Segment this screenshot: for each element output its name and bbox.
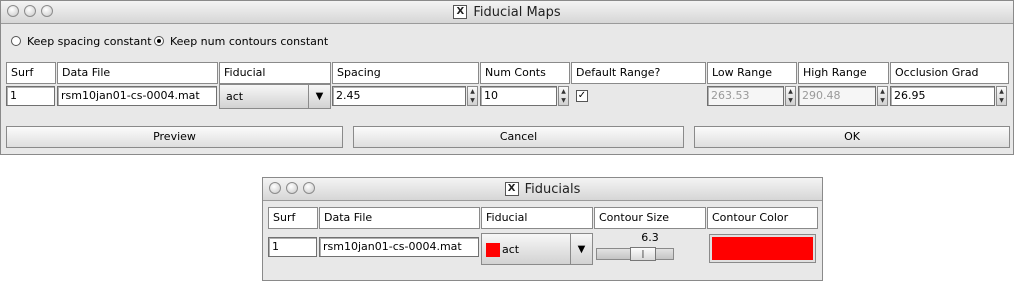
x11-icon: X [504,182,519,196]
fiducial-select[interactable]: act ▼ [481,233,593,265]
ok-button[interactable]: OK [694,126,1010,148]
chevron-down-icon[interactable]: ▼ [308,85,330,108]
cancel-button[interactable]: Cancel [353,126,684,148]
radio-icon[interactable] [11,36,21,46]
contour-color-button[interactable] [709,234,816,263]
fiducials-window: X Fiducials Surf Data File Fiducial Cont… [262,177,823,281]
fiducial-select-value: act [226,90,244,103]
header-fiducial: Fiducial [481,207,593,229]
fiducial-maps-window: X Fiducial Maps Keep spacing constant Ke… [0,0,1014,155]
header-surf: Surf [6,62,56,84]
window-title-text: Fiducial Maps [473,4,561,20]
contour-color-swatch [712,237,813,260]
surf-field[interactable]: 1 [268,237,317,257]
titlebar: X Fiducial Maps [1,1,1013,24]
header-low-range: Low Range [707,62,797,84]
header-occlusion-grad: Occlusion Grad [890,62,1009,84]
fiducial-select[interactable]: act ▼ [219,84,331,109]
low-range-stepper[interactable]: ▲ ▼ [785,86,796,106]
preview-button[interactable]: Preview [6,126,343,148]
spacing-stepper[interactable]: ▲ ▼ [467,86,478,106]
fiducial-select-value: act [502,243,520,256]
keep-num-contours-option[interactable]: Keep num contours constant [154,35,328,49]
low-range-field[interactable]: 263.53 [707,86,784,106]
num-conts-field[interactable]: 10 [480,86,557,106]
spacing-field[interactable]: 2.45 [332,86,466,106]
header-spacing: Spacing [332,62,479,84]
header-contour-color: Contour Color [707,207,818,229]
header-contour-size: Contour Size [594,207,706,229]
keep-spacing-label: Keep spacing constant [27,35,152,48]
fiducial-color-swatch [486,243,500,257]
contour-size-slider[interactable]: | [596,247,674,261]
window-title-text: Fiducials [524,181,581,197]
header-default-range: Default Range? [571,62,706,84]
header-surf: Surf [268,207,318,229]
occlusion-grad-stepper[interactable]: ▲ ▼ [996,86,1007,106]
header-high-range: High Range [798,62,889,84]
keep-num-contours-label: Keep num contours constant [170,35,329,48]
data-file-field[interactable]: rsm10jan01-cs-0004.mat [57,86,217,106]
high-range-field[interactable]: 290.48 [798,86,876,106]
high-range-stepper[interactable]: ▲ ▼ [877,86,888,106]
header-data-file: Data File [319,207,480,229]
header-data-file: Data File [57,62,218,84]
surf-field[interactable]: 1 [6,86,55,106]
default-range-checkbox[interactable]: ✓ [576,90,588,102]
occlusion-grad-field[interactable]: 26.95 [890,86,995,106]
contour-size-value: 6.3 [641,231,659,244]
x11-icon: X [453,5,468,19]
radio-selected-icon[interactable] [154,36,164,46]
data-file-field[interactable]: rsm10jan01-cs-0004.mat [319,237,479,257]
keep-spacing-option[interactable]: Keep spacing constant [11,35,152,49]
num-conts-stepper[interactable]: ▲ ▼ [558,86,569,106]
titlebar: X Fiducials [263,178,822,201]
header-num-conts: Num Conts [480,62,570,84]
window-title: X Fiducial Maps [1,1,1013,23]
window-title: X Fiducials [263,178,822,200]
header-fiducial: Fiducial [219,62,331,84]
chevron-down-icon[interactable]: ▼ [570,234,592,264]
slider-thumb[interactable]: | [630,247,656,261]
